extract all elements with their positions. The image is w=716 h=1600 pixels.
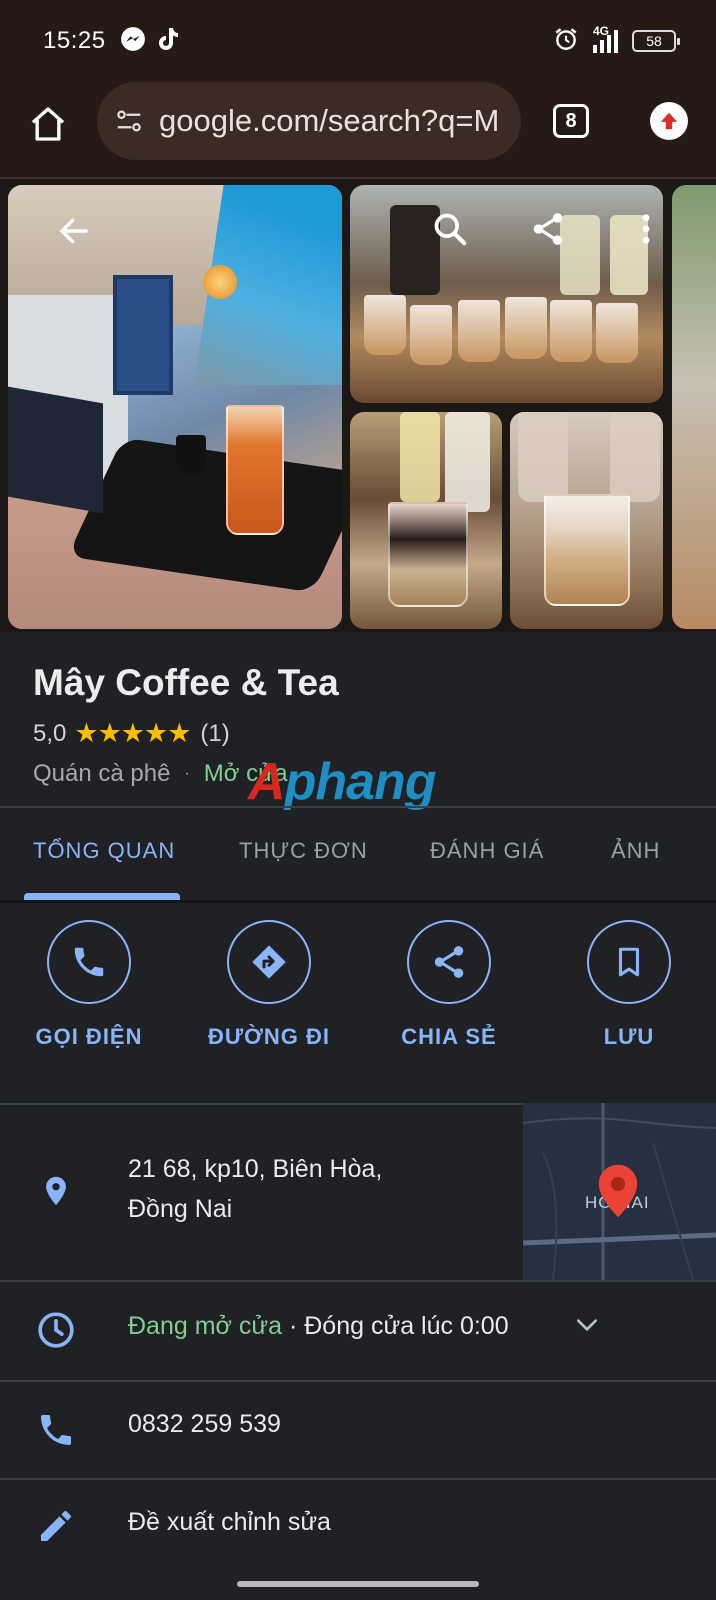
hours-close-time: Đóng cửa lúc 0:00 — [304, 1312, 509, 1340]
home-icon — [31, 107, 65, 141]
share-label: CHIA SẺ — [401, 1024, 497, 1049]
separator-dot: · — [184, 765, 190, 782]
action-buttons: GỌI ĐIỆN ĐƯỜNG ĐI CHIA SẺ LƯU — [0, 920, 716, 1070]
window-shape — [113, 275, 173, 395]
lamp-shape — [203, 265, 237, 299]
suggest-edit-row[interactable]: Đề xuất chỉnh sửa — [0, 1480, 716, 1576]
hours-open-status: Đang mở cửa — [128, 1312, 283, 1340]
tea-cup — [226, 405, 284, 535]
arrow-up-icon — [660, 112, 678, 130]
photo-cream-drink[interactable] — [510, 412, 663, 629]
directions-icon — [252, 945, 286, 979]
site-settings-icon[interactable] — [113, 106, 145, 136]
tab-photos[interactable]: ẢNH — [611, 838, 660, 864]
location-pin-icon — [34, 1169, 78, 1213]
address-line-1: 21 68, kp10, Biên Hòa, — [128, 1155, 383, 1183]
black-cup — [176, 435, 206, 475]
search-icon — [434, 213, 467, 246]
divider — [0, 900, 716, 903]
save-button[interactable]: LƯU — [549, 920, 709, 1050]
address-text: 21 68, kp10, Biên Hòa, Đồng Nai — [128, 1149, 382, 1229]
tab-reviews[interactable]: ĐÁNH GIÁ — [430, 838, 544, 864]
rating-row[interactable]: 5,0 ★★★★★ (1) — [33, 718, 230, 749]
clock-icon — [34, 1308, 78, 1352]
active-tab-indicator — [24, 893, 180, 900]
share-icon — [434, 946, 464, 978]
tab-overview[interactable]: TỔNG QUAN — [33, 838, 175, 864]
hours-row[interactable]: Đang mở cửa · Đóng cửa lúc 0:00 — [0, 1282, 716, 1380]
watermark-logo: Aphang — [248, 753, 437, 811]
network-type: 4G — [593, 23, 610, 38]
status-bar: 15:25 4G 58 — [0, 0, 716, 82]
save-label: LƯU — [603, 1024, 655, 1049]
browser-toolbar: google.com/search?q=M 8 — [0, 82, 716, 178]
update-button[interactable] — [650, 102, 688, 140]
map-pin-icon — [598, 1164, 638, 1218]
phone-icon — [34, 1408, 78, 1452]
photo-bubble-tea[interactable] — [350, 412, 502, 629]
signal-icon: 4G — [593, 24, 618, 53]
phone-icon — [74, 947, 104, 977]
directions-label: ĐƯỜNG ĐI — [207, 1024, 331, 1049]
back-button[interactable] — [52, 209, 96, 253]
suggest-edit-label: Đề xuất chỉnh sửa — [128, 1508, 331, 1536]
pencil-icon — [34, 1504, 78, 1548]
call-button[interactable]: GỌI ĐIỆN — [9, 920, 169, 1050]
more-options-button[interactable] — [628, 207, 664, 251]
tab-menu[interactable]: THỰC ĐƠN — [239, 838, 368, 864]
tiktok-icon — [156, 26, 180, 57]
photo-gallery[interactable] — [0, 179, 716, 632]
photo-partial[interactable] — [672, 185, 716, 629]
arrow-left-icon — [60, 218, 88, 244]
url-bar[interactable]: google.com/search?q=M — [97, 82, 521, 160]
call-label: GỌI ĐIỆN — [35, 1024, 143, 1049]
address-line-2: Đồng Nai — [128, 1195, 233, 1223]
hours-separator: · — [282, 1312, 305, 1340]
place-name: Mây Coffee & Tea — [33, 662, 339, 703]
battery-indicator: 58 — [632, 30, 680, 52]
photo-drinks-counter[interactable] — [350, 185, 663, 403]
share-button[interactable] — [526, 207, 570, 251]
share-icon — [533, 213, 563, 245]
share-place-button[interactable]: CHIA SẺ — [369, 920, 529, 1050]
tab-switcher-button[interactable]: 8 — [553, 104, 589, 138]
phone-number: 0832 259 539 — [128, 1410, 281, 1438]
chair-shape — [8, 386, 103, 514]
map-thumbnail[interactable]: HỒ NAI — [523, 1103, 716, 1280]
alarm-icon — [553, 26, 579, 56]
status-time: 15:25 — [43, 27, 106, 54]
bookmark-icon — [618, 947, 640, 977]
url-text: google.com/search?q=M — [159, 103, 500, 138]
more-vert-icon — [642, 214, 650, 244]
messenger-icon — [120, 26, 146, 57]
review-count: (1) — [200, 719, 230, 747]
place-category: Quán cà phê — [33, 760, 171, 787]
home-button[interactable] — [24, 100, 72, 148]
notification-icons — [120, 26, 180, 57]
hours-text: Đang mở cửa · Đóng cửa lúc 0:00 — [128, 1312, 509, 1341]
star-rating-icon: ★★★★★ — [74, 718, 191, 748]
chevron-down-icon[interactable] — [574, 1312, 600, 1338]
search-button[interactable] — [428, 207, 472, 251]
rating-value: 5,0 — [33, 719, 67, 747]
phone-row[interactable]: 0832 259 539 — [0, 1382, 716, 1478]
place-tabs: TỔNG QUAN THỰC ĐƠN ĐÁNH GIÁ ẢNH — [0, 808, 716, 900]
directions-button[interactable]: ĐƯỜNG ĐI — [189, 920, 349, 1050]
home-indicator[interactable] — [237, 1581, 479, 1587]
